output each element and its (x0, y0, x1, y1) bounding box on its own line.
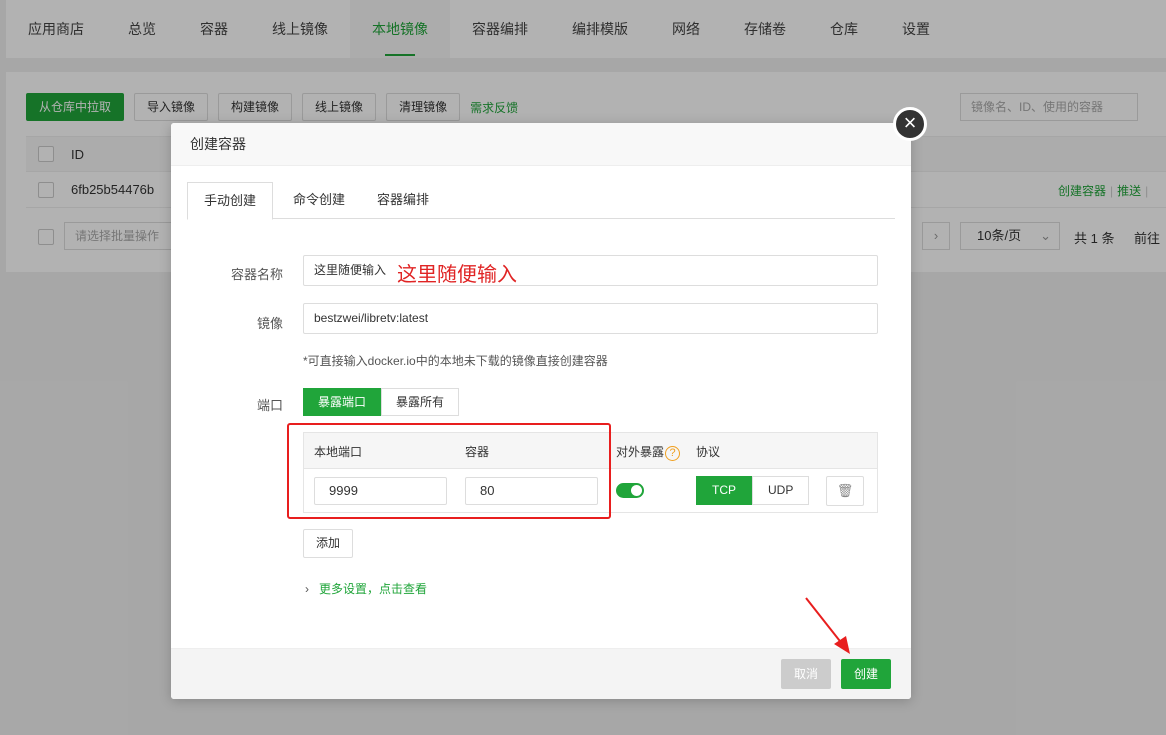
annotation-arrow-icon (805, 597, 850, 654)
